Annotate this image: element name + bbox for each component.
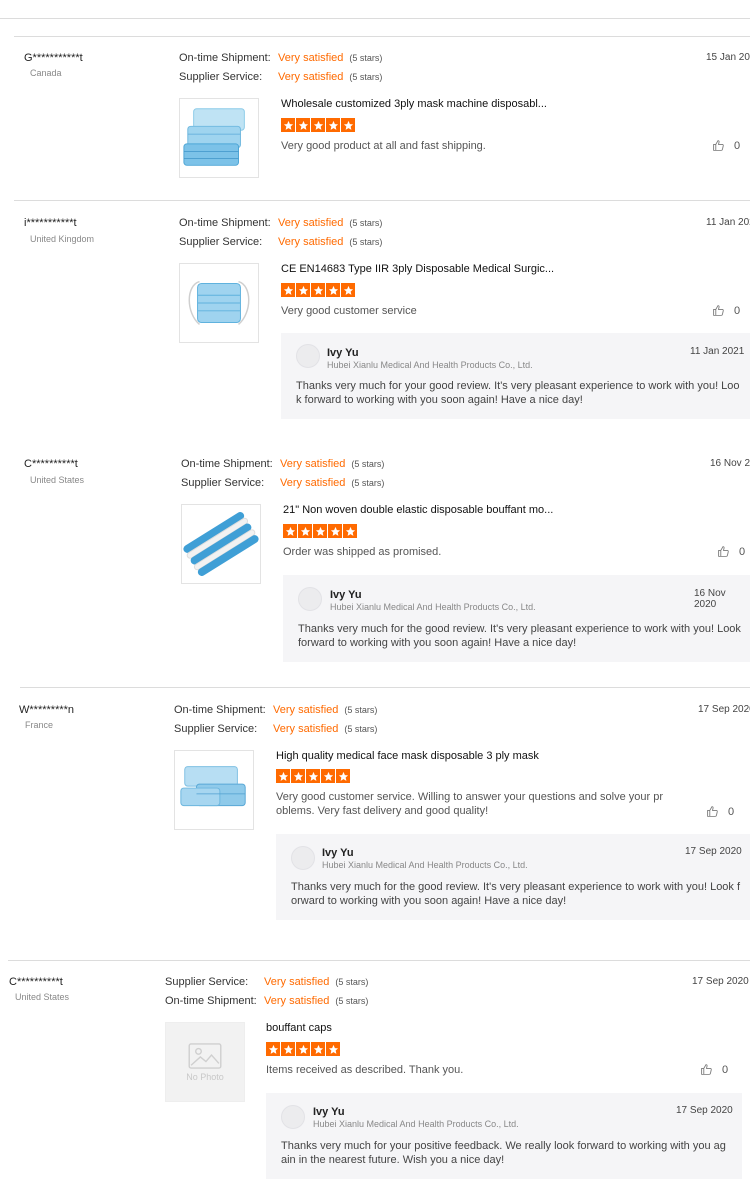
- star-icon: [266, 1042, 280, 1056]
- review-date: 17 Sep 2020: [692, 976, 749, 987]
- rating-value: Very satisfied: [264, 995, 330, 1007]
- star-icon: [326, 1042, 340, 1056]
- supplier-reply: Ivy Yu Hubei Xianlu Medical And Health P…: [266, 1093, 742, 1179]
- buyer-country: United States: [15, 992, 70, 1002]
- image-placeholder-icon: [188, 1042, 222, 1069]
- review-comment: Items received as described. Thank you.: [266, 1064, 464, 1076]
- star-icon: [281, 1042, 295, 1056]
- rating-row: Supplier Service: Very satisfied (5 stars): [165, 976, 368, 988]
- reply-date: 17 Sep 2020: [676, 1105, 733, 1116]
- rating-stars-text: (5 stars): [335, 977, 369, 987]
- review-item: C**********t United States Supplier Serv…: [0, 0, 750, 1200]
- product-name[interactable]: bouffant caps: [266, 1022, 332, 1034]
- rating-label: Supplier Service:: [165, 976, 249, 988]
- rating-value: Very satisfied: [264, 976, 330, 988]
- rating-label: On-time Shipment:: [165, 995, 257, 1007]
- no-photo-placeholder: No Photo: [166, 1023, 244, 1101]
- rating-row: On-time Shipment: Very satisfied (5 stars): [165, 995, 368, 1007]
- buyer-name: C**********t: [9, 976, 63, 988]
- like-count: 0: [722, 1063, 729, 1076]
- reply-company: Hubei Xianlu Medical And Health Products…: [313, 1119, 519, 1129]
- like-button[interactable]: 0: [700, 1063, 728, 1076]
- reply-text: Thanks very much for your positive feedb…: [281, 1140, 726, 1166]
- reply-author: Ivy Yu: [313, 1106, 345, 1118]
- no-photo-label: No Photo: [186, 1071, 224, 1082]
- star-icon: [296, 1042, 310, 1056]
- thumbs-up-icon: [701, 1064, 712, 1075]
- avatar-icon: [281, 1105, 305, 1129]
- star-rating: [266, 1042, 340, 1056]
- star-icon: [311, 1042, 325, 1056]
- product-thumbnail[interactable]: No Photo: [165, 1022, 245, 1102]
- rating-stars-text: (5 stars): [335, 996, 369, 1006]
